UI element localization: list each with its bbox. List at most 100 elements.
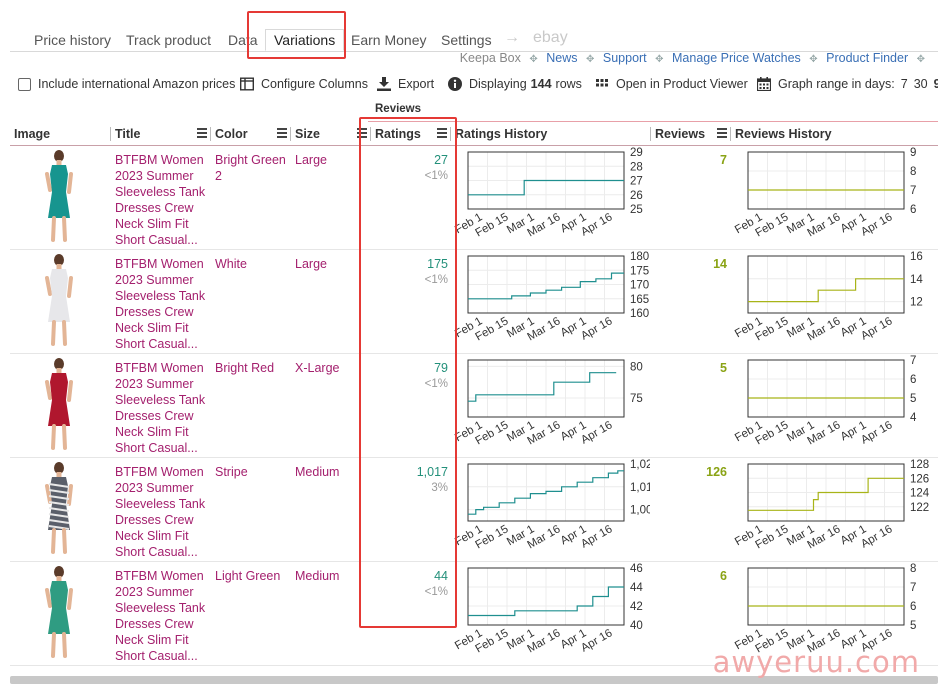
include-intl-checkbox[interactable] xyxy=(18,77,31,91)
column-header-color[interactable]: Color xyxy=(215,127,248,141)
column-header-ratings-history[interactable]: Ratings History xyxy=(455,127,547,141)
history-line xyxy=(468,372,617,402)
product-finder-link[interactable]: Product Finder xyxy=(826,51,908,65)
tab-settings[interactable]: Settings xyxy=(441,32,492,48)
y-tick-label: 75 xyxy=(630,393,643,405)
product-image[interactable] xyxy=(35,356,83,454)
column-header-reviews-history[interactable]: Reviews History xyxy=(735,127,832,141)
product-image[interactable] xyxy=(35,148,83,246)
quick-links: Keepa Box ✥ News ✥ Support ✥ Manage Pric… xyxy=(456,51,930,65)
column-divider[interactable] xyxy=(730,127,731,141)
diamond-icon: ✥ xyxy=(586,54,595,65)
ratings-history-chart[interactable]: 8075Feb 1Feb 15Mar 1Mar 16Apr 1Apr 16 xyxy=(450,354,650,458)
variation-color: Bright Red xyxy=(215,361,275,375)
tab-track-product[interactable]: Track product xyxy=(126,32,211,48)
column-menu-icon[interactable] xyxy=(197,128,207,138)
column-divider[interactable] xyxy=(450,127,451,141)
y-tick-label: 16 xyxy=(910,251,923,263)
y-tick-label: 8 xyxy=(910,563,916,575)
column-header-ratings[interactable]: Ratings xyxy=(375,127,421,141)
diamond-icon: ✥ xyxy=(916,54,925,65)
ratings-history-chart[interactable]: 2928272625Feb 1Feb 15Mar 1Mar 16Apr 1Apr… xyxy=(450,146,650,250)
diamond-icon: ✥ xyxy=(529,54,538,65)
product-title-link[interactable]: BTFBM Women 2023 Summer Sleeveless Tank Dre… xyxy=(115,256,205,352)
tab-earn-money[interactable]: Earn Money xyxy=(351,32,426,48)
column-header-reviews[interactable]: Reviews xyxy=(655,127,705,141)
tab-price-history[interactable]: Price history xyxy=(34,32,111,48)
y-tick-label: 25 xyxy=(630,204,643,216)
displaying-prefix: Displaying xyxy=(469,77,527,91)
news-link[interactable]: News xyxy=(546,51,577,65)
table-row[interactable]: BTFBM Women 2023 Summer Sleeveless Tank Dre… xyxy=(10,146,938,250)
product-image[interactable] xyxy=(35,252,83,350)
displaying-suffix: rows xyxy=(555,77,582,91)
graph-range-7[interactable]: 7 xyxy=(901,77,908,91)
graph-range-30[interactable]: 30 xyxy=(914,77,928,91)
y-tick-label: 6 xyxy=(910,601,916,613)
variation-size: X-Large xyxy=(295,361,340,375)
reviews-history-chart[interactable]: 161412Feb 1Feb 15Mar 1Mar 16Apr 1Apr 16 xyxy=(730,250,938,354)
open-product-viewer-button[interactable]: Open in Product Viewer xyxy=(595,77,748,91)
configure-columns-button[interactable]: Configure Columns xyxy=(239,77,368,91)
legs-shape xyxy=(51,320,67,346)
ratings-count: 44 xyxy=(434,569,448,583)
ratings-share: <1% xyxy=(424,378,448,390)
product-image[interactable] xyxy=(35,460,83,558)
column-menu-icon[interactable] xyxy=(717,128,727,138)
tab-variations[interactable]: Variations xyxy=(265,29,345,51)
column-header-title[interactable]: Title xyxy=(115,127,140,141)
y-tick-label: 170 xyxy=(630,280,649,292)
keepa-box-link[interactable]: Keepa Box xyxy=(460,51,521,65)
group-divider xyxy=(368,121,938,122)
column-header-size[interactable]: Size xyxy=(295,127,320,141)
tab-data[interactable]: Data xyxy=(228,32,258,48)
support-link[interactable]: Support xyxy=(603,51,647,65)
column-divider[interactable] xyxy=(110,127,111,141)
reviews-count: 126 xyxy=(706,465,727,479)
reviews-history-chart[interactable]: 7654Feb 1Feb 15Mar 1Mar 16Apr 1Apr 16 xyxy=(730,354,938,458)
variation-color: White xyxy=(215,257,247,271)
column-divider[interactable] xyxy=(210,127,211,141)
column-menu-icon[interactable] xyxy=(437,128,447,138)
ratings-share: <1% xyxy=(424,274,448,286)
table-row[interactable]: BTFBM Women 2023 Summer Sleeveless Tank Dre… xyxy=(10,354,938,458)
ratings-history-chart[interactable]: 1,0201,0101,000Feb 1Feb 15Mar 1Mar 16Apr… xyxy=(450,458,650,562)
y-tick-label: 1,020 xyxy=(630,459,650,471)
product-title-link[interactable]: BTFBM Women 2023 Summer Sleeveless Tank Dre… xyxy=(115,464,205,560)
column-divider[interactable] xyxy=(290,127,291,141)
y-tick-label: 6 xyxy=(910,204,916,216)
reviews-history-chart[interactable]: 128126124122Feb 1Feb 15Mar 1Mar 16Apr 1A… xyxy=(730,458,938,562)
product-image[interactable] xyxy=(35,564,83,662)
graph-range-90[interactable]: 90 xyxy=(934,77,938,91)
ratings-history-chart[interactable]: 46444240Feb 1Feb 15Mar 1Mar 16Apr 1Apr 1… xyxy=(450,562,650,666)
y-tick-label: 5 xyxy=(910,393,916,405)
y-tick-label: 9 xyxy=(910,147,916,159)
column-menu-icon[interactable] xyxy=(277,128,287,138)
export-button[interactable]: Export xyxy=(377,77,434,91)
include-intl-option[interactable]: Include international Amazon prices xyxy=(18,77,235,91)
variation-color: Stripe xyxy=(215,465,248,479)
tab-bar: Price history Track product Data Variati… xyxy=(10,29,938,52)
include-intl-label: Include international Amazon prices xyxy=(38,77,236,91)
column-header-image[interactable]: Image xyxy=(14,127,50,141)
legs-shape xyxy=(51,528,67,554)
column-divider[interactable] xyxy=(650,127,651,141)
info-icon xyxy=(448,77,462,91)
manage-price-watches-link[interactable]: Manage Price Watches xyxy=(672,51,801,65)
y-tick-label: 7 xyxy=(910,582,916,594)
y-tick-label: 7 xyxy=(910,185,916,197)
product-title-link[interactable]: BTFBM Women 2023 Summer Sleeveless Tank Dre… xyxy=(115,360,205,456)
y-tick-label: 180 xyxy=(630,251,649,263)
table-row[interactable]: BTFBM Women 2023 Summer Sleeveless Tank Dre… xyxy=(10,458,938,562)
y-tick-label: 12 xyxy=(910,297,923,309)
ratings-history-chart[interactable]: 180175170165160Feb 1Feb 15Mar 1Mar 16Apr… xyxy=(450,250,650,354)
tab-ebay[interactable]: ebay xyxy=(533,29,568,47)
column-divider[interactable] xyxy=(370,127,371,141)
reviews-count: 14 xyxy=(713,257,727,271)
table-row[interactable]: BTFBM Women 2023 Summer Sleeveless Tank Dre… xyxy=(10,250,938,354)
product-title-link[interactable]: BTFBM Women 2023 Summer Sleeveless Tank Dre… xyxy=(115,152,205,248)
y-tick-label: 122 xyxy=(910,502,929,514)
column-menu-icon[interactable] xyxy=(357,128,367,138)
reviews-history-chart[interactable]: 9876Feb 1Feb 15Mar 1Mar 16Apr 1Apr 16 xyxy=(730,146,938,250)
product-title-link[interactable]: BTFBM Women 2023 Summer Sleeveless Tank Dre… xyxy=(115,568,205,664)
